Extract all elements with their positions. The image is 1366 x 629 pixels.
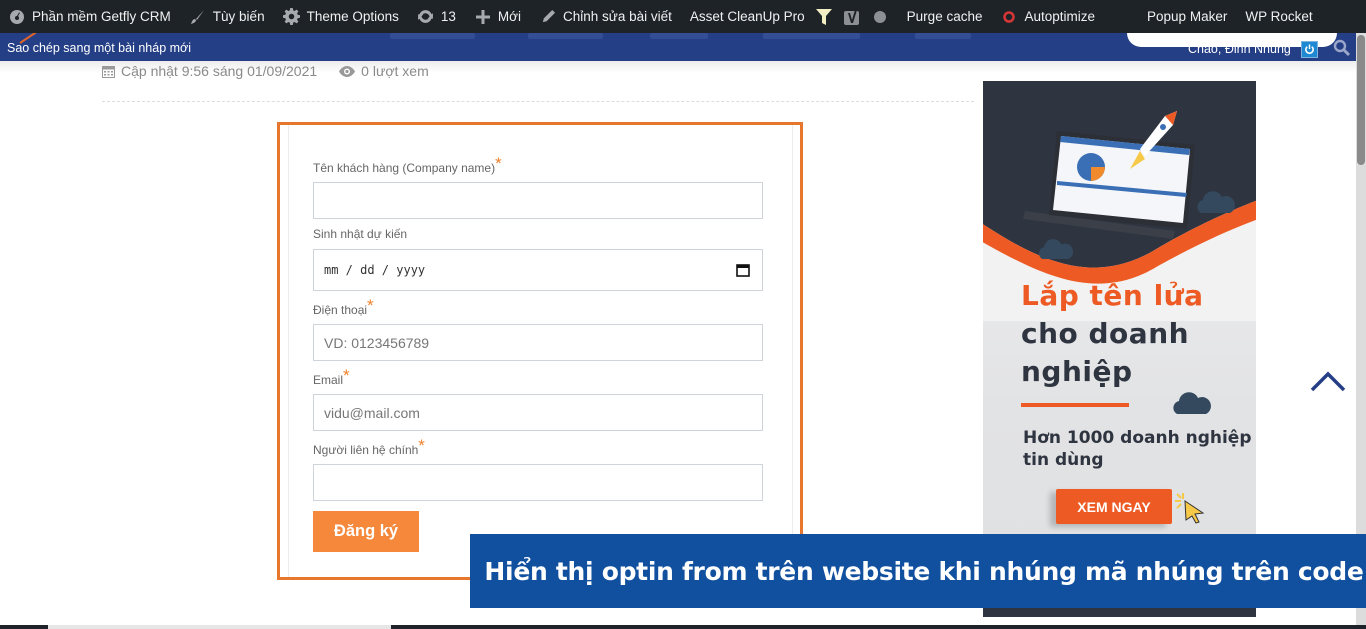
site-header: Sao chép sang một bài nháp mới Chào, Đin…	[0, 25, 1356, 61]
admin-bar-updates-count: 13	[440, 9, 456, 24]
admin-bar-purge-cache[interactable]: Purge cache	[907, 9, 983, 24]
company-name-label: Tên khách hàng (Company name)*	[313, 154, 502, 175]
user-greeting[interactable]: Chào, Đinh Nhung	[1188, 42, 1291, 56]
refresh-icon	[417, 8, 435, 26]
email-label: Email*	[313, 366, 350, 387]
power-icon	[1305, 44, 1314, 55]
post-meta: Cập nhật 9:56 sáng 01/09/2021 0 lượt xem	[102, 63, 429, 79]
admin-bar-theme-options-label: Theme Options	[306, 9, 399, 24]
admin-bar-popup-maker-label: Popup Maker	[1147, 9, 1228, 24]
ad-cta-button[interactable]: XEM NGAY	[1056, 489, 1172, 524]
cloud-icon	[1197, 191, 1235, 213]
ad-underline	[1021, 403, 1129, 407]
admin-bar-theme-options[interactable]: Theme Options	[283, 8, 399, 26]
email-placeholder: vidu@mail.com	[324, 404, 420, 421]
nav-item-ghost	[650, 33, 708, 39]
search-button[interactable]	[1333, 39, 1351, 57]
admin-bar-customize[interactable]: Tùy biến	[189, 8, 265, 26]
required-mark: *	[495, 154, 502, 173]
cloud-icon	[1173, 392, 1211, 414]
calendar-picker-icon[interactable]	[736, 263, 750, 277]
admin-bar-updates[interactable]: 13	[417, 8, 456, 26]
laptop-rocket-illustration	[1023, 111, 1195, 239]
admin-bar-autoptimize-label: Autoptimize	[1024, 9, 1096, 24]
calendar-icon	[102, 65, 115, 78]
admin-bar-asset-cleanup[interactable]: Asset CleanUp Pro	[690, 9, 805, 24]
scrollbar-thumb[interactable]	[1357, 35, 1365, 165]
dashboard-icon	[8, 8, 26, 26]
admin-bar-autoptimize[interactable]: Autoptimize	[1000, 8, 1095, 26]
status-dot-icon	[871, 8, 889, 26]
phone-input[interactable]: VD: 0123456789	[313, 324, 763, 361]
admin-bar-edit-post[interactable]: Chỉnh sửa bài viết	[539, 8, 672, 26]
wp-admin-bar: Phần mềm Getfly CRM Tùy biến Theme Optio…	[0, 0, 1366, 33]
admin-bar-asset-cleanup-label: Asset CleanUp Pro	[689, 9, 805, 24]
company-name-input[interactable]	[313, 182, 763, 219]
pencil-icon	[539, 8, 557, 26]
main-contact-input[interactable]	[313, 464, 763, 501]
main-contact-label: Người liên hệ chính*	[313, 436, 425, 457]
cloud-icon	[1038, 239, 1074, 259]
admin-bar-site-name-label: Phần mềm Getfly CRM	[32, 9, 171, 24]
yoast-icon	[843, 8, 861, 26]
required-mark: *	[418, 436, 425, 455]
ad-headline-2: cho doanh	[1021, 317, 1190, 350]
ad-subtitle-1: Hơn 1000 doanh nghiệp	[1023, 428, 1252, 448]
logout-button[interactable]	[1301, 41, 1318, 58]
admin-bar-new-label: Mới	[497, 9, 522, 24]
cursor-click-icon	[1175, 493, 1205, 524]
admin-bar-wp-rocket-label: WP Rocket	[1245, 9, 1313, 24]
chevron-up-icon	[1310, 371, 1346, 392]
autoptimize-icon	[1000, 8, 1018, 26]
admin-bar-purge-cache-label: Purge cache	[906, 9, 983, 24]
admin-bar-customize-label: Tùy biến	[212, 9, 265, 24]
taskbar-segment	[48, 625, 391, 629]
email-input[interactable]: vidu@mail.com	[313, 394, 763, 431]
expected-birthday-label: Sinh nhật dự kiến	[313, 227, 408, 241]
required-mark: *	[343, 366, 350, 385]
taskbar-strip	[0, 625, 1366, 629]
admin-bar-edit-post-label: Chỉnh sửa bài viết	[563, 9, 672, 24]
date-placeholder: mm / dd / yyyy	[324, 263, 426, 277]
plus-icon	[474, 8, 492, 26]
expected-birthday-date-input[interactable]: mm / dd / yyyy	[313, 249, 763, 291]
phone-placeholder: VD: 0123456789	[324, 334, 430, 351]
nav-item-ghost	[763, 33, 860, 39]
phone-label: Điện thoại*	[313, 296, 374, 317]
copy-to-new-draft-link[interactable]: Sao chép sang một bài nháp mới	[7, 41, 191, 55]
nav-item-ghost	[390, 33, 475, 39]
admin-bar-site-name[interactable]: Phần mềm Getfly CRM	[8, 8, 171, 26]
post-view-count: 0 lượt xem	[361, 63, 429, 79]
ad-headline-1: Lắp tên lửa	[1021, 279, 1204, 312]
post-updated-date: Cập nhật 9:56 sáng 01/09/2021	[121, 63, 318, 79]
caption-banner: Hiển thị optin from trên website khi nhú…	[470, 534, 1366, 608]
admin-bar-wp-rocket[interactable]: WP Rocket	[1245, 9, 1312, 24]
nav-item-ghost	[528, 33, 603, 39]
admin-bar-status[interactable]	[871, 8, 889, 26]
gear-icon	[283, 8, 301, 26]
funnel-icon	[815, 8, 833, 26]
eye-icon	[339, 65, 356, 77]
admin-bar-funnel[interactable]	[815, 8, 833, 26]
meta-divider	[102, 101, 974, 102]
nav-item-ghost	[915, 33, 971, 39]
ad-headline-3: nghiệp	[1021, 355, 1133, 388]
ad-subtitle-2: tin dùng	[1023, 450, 1104, 470]
admin-bar-popup-maker[interactable]: Popup Maker	[1147, 9, 1227, 24]
brush-icon	[189, 8, 207, 26]
required-mark: *	[367, 296, 374, 315]
search-icon	[1333, 39, 1351, 57]
admin-bar-yoast[interactable]	[843, 8, 861, 26]
register-button[interactable]: Đăng ký	[313, 511, 419, 552]
admin-bar-new[interactable]: Mới	[474, 8, 521, 26]
back-to-top-button[interactable]	[1308, 368, 1348, 396]
